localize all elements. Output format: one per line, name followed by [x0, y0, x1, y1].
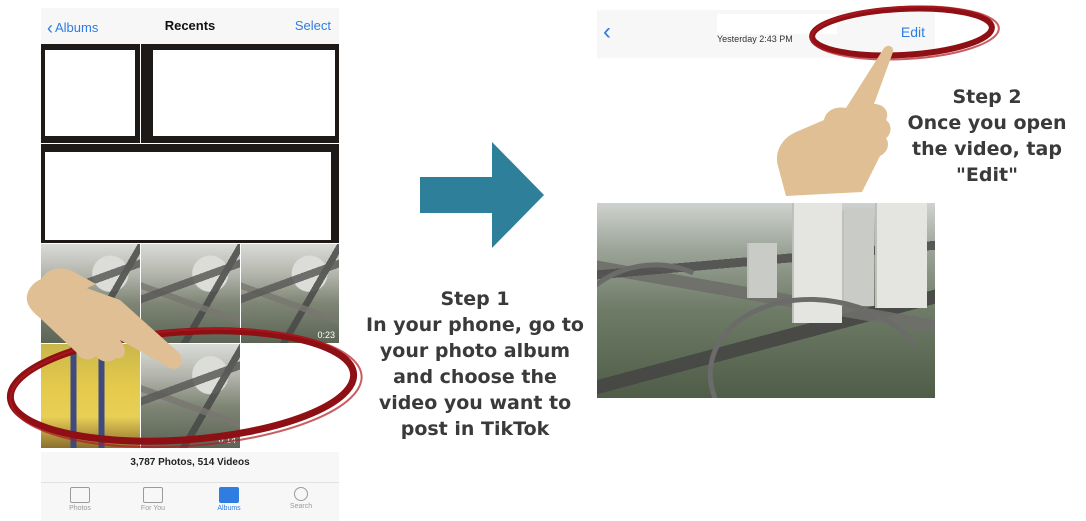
- photo-grid: 0:23 0:14: [41, 44, 339, 452]
- video-date: Yesterday 2:43 PM: [717, 34, 793, 44]
- redacted-area: [45, 50, 135, 136]
- step1-line: video you want to: [378, 392, 572, 414]
- edit-button[interactable]: Edit: [901, 24, 925, 40]
- photo-thumbnail[interactable]: [41, 44, 140, 143]
- selected-video-thumbnail[interactable]: 0:14: [141, 344, 240, 448]
- tab-label: Search: [289, 503, 313, 510]
- step2-line: "Edit": [956, 164, 1018, 186]
- tab-label: For You: [140, 505, 166, 512]
- next-step-arrow-icon: [420, 142, 544, 248]
- building-shape: [747, 243, 777, 298]
- for-you-icon: [143, 487, 163, 503]
- tab-label: Albums: [217, 505, 241, 512]
- step1-title: Step 1: [440, 288, 510, 310]
- chevron-left-icon[interactable]: ‹: [603, 18, 611, 46]
- video-thumbnail[interactable]: 0:23: [241, 244, 339, 343]
- library-count: 3,787 Photos, 514 Videos: [130, 457, 250, 468]
- step2-instructions: Step 2 Once you open the video, tap "Edi…: [888, 84, 1086, 188]
- select-button[interactable]: Select: [295, 18, 331, 33]
- tab-for-you[interactable]: For You: [123, 487, 183, 512]
- step1-line: post in TikTok: [400, 418, 550, 440]
- redacted-area: [153, 50, 335, 136]
- video-duration: 0:14: [218, 435, 236, 445]
- step2-title: Step 2: [952, 86, 1022, 108]
- video-preview[interactable]: [597, 203, 935, 398]
- photos-icon: [70, 487, 90, 503]
- step1-instructions: Step 1 In your phone, go to your photo a…: [344, 286, 606, 442]
- video-nav-bar: ‹ Yesterday 2:43 PM Edit: [597, 10, 935, 58]
- photo-thumbnail[interactable]: [41, 344, 140, 448]
- video-thumbnail[interactable]: [141, 244, 240, 343]
- building-shape: [842, 211, 874, 306]
- step1-line: In your phone, go to: [366, 314, 584, 336]
- step1-line: and choose the: [393, 366, 557, 388]
- tab-bar: Photos For You Albums Search: [41, 482, 339, 521]
- step1-line: your photo album: [379, 340, 571, 362]
- photo-thumbnail[interactable]: [141, 44, 339, 143]
- search-icon: [294, 487, 308, 501]
- video-duration: 0:23: [317, 330, 335, 340]
- albums-screen: ‹ Albums Recents Select 0:23 0:14 3,787 P…: [41, 8, 339, 521]
- tab-photos[interactable]: Photos: [50, 487, 110, 512]
- building-shape: [875, 203, 927, 308]
- redacted-area: [45, 152, 331, 240]
- photo-thumbnail[interactable]: [41, 144, 339, 243]
- tab-albums[interactable]: Albums: [199, 487, 259, 512]
- tab-search[interactable]: Search: [271, 487, 331, 510]
- pointing-hand-icon: [776, 45, 894, 197]
- albums-nav-bar: ‹ Albums Recents Select: [41, 8, 339, 44]
- redacted-area: [717, 14, 837, 34]
- video-thumbnail[interactable]: [41, 244, 140, 343]
- albums-icon: [219, 487, 239, 503]
- step2-line: Once you open: [907, 112, 1067, 134]
- step2-line: the video, tap: [912, 138, 1062, 160]
- tab-label: Photos: [69, 505, 91, 512]
